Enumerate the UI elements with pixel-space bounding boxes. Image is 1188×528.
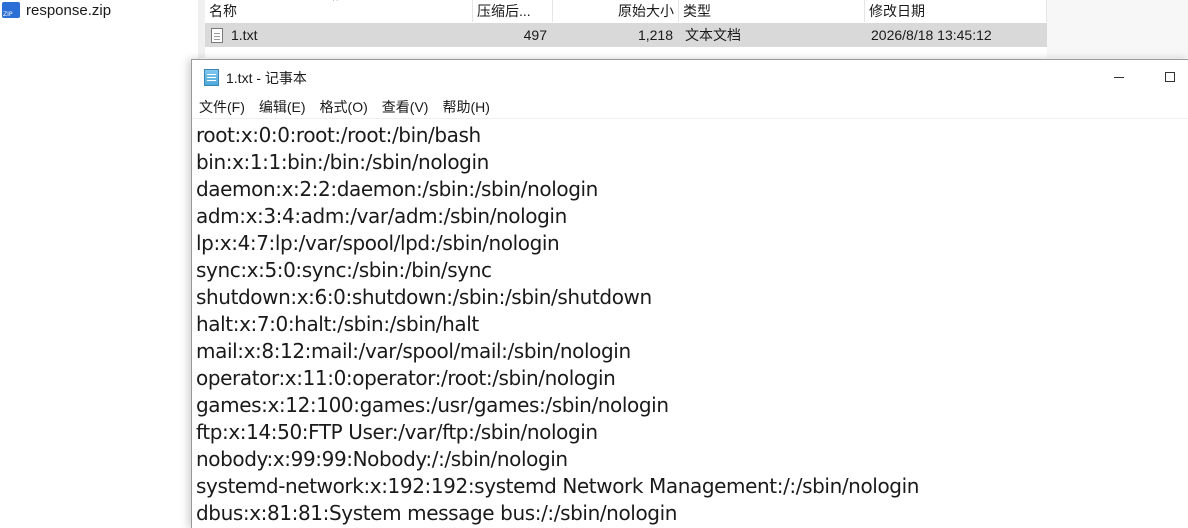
- text-line: sync:x:5:0:sync:/sbin:/bin/sync: [196, 258, 492, 282]
- file-type: 文本文档: [685, 27, 741, 43]
- text-line: shutdown:x:6:0:shutdown:/sbin:/sbin/shut…: [196, 285, 652, 309]
- file-modified-date: 2026/8/18 13:45:12: [871, 27, 992, 43]
- file-original-size: 1,218: [637, 27, 673, 43]
- text-line: systemd-network:x:192:192:systemd Networ…: [196, 474, 920, 498]
- text-line: adm:x:3:4:adm:/var/adm:/sbin/nologin: [196, 204, 567, 228]
- text-line: games:x:12:100:games:/usr/games:/sbin/no…: [196, 393, 669, 417]
- menu-view[interactable]: 查看(V): [375, 96, 436, 118]
- maximize-icon: [1164, 72, 1175, 82]
- text-line: bin:x:1:1:bin:/bin:/sbin/nologin: [196, 150, 489, 174]
- title-bar[interactable]: 1.txt - 记事本: [192, 60, 1188, 94]
- minimize-button[interactable]: [1096, 60, 1142, 94]
- maximize-button[interactable]: [1150, 60, 1188, 94]
- menu-file[interactable]: 文件(F): [192, 96, 252, 118]
- list-empty-area: [1047, 0, 1188, 58]
- menu-format[interactable]: 格式(O): [313, 96, 375, 118]
- text-editor-area[interactable]: root:x:0:0:root:/root:/bin/bash bin:x:1:…: [196, 122, 1186, 528]
- text-line: lp:x:4:7:lp:/var/spool/lpd:/sbin/nologin: [196, 231, 560, 255]
- text-line: operator:x:11:0:operator:/root:/sbin/nol…: [196, 366, 616, 390]
- zip-file-icon: [2, 2, 20, 18]
- column-header-original-size[interactable]: 原始大小: [553, 0, 679, 22]
- text-file-icon: [211, 27, 223, 43]
- column-header-original-size-label: 原始大小: [618, 3, 674, 19]
- column-header-compressed-label: 压缩后...: [477, 3, 531, 19]
- pane-splitter[interactable]: [198, 0, 205, 58]
- menu-bar: 文件(F) 编辑(E) 格式(O) 查看(V) 帮助(H): [192, 96, 1188, 119]
- text-line: daemon:x:2:2:daemon:/sbin:/sbin/nologin: [196, 177, 598, 201]
- file-compressed-size: 497: [523, 27, 547, 43]
- text-line: root:x:0:0:root:/root:/bin/bash: [196, 123, 481, 147]
- archive-file-list: 名称 ^ 压缩后... 原始大小 类型 修改日期 1.txt 497 1,218…: [205, 0, 1188, 58]
- minimize-icon: [1114, 76, 1124, 78]
- tree-item-label: response.zip: [26, 1, 112, 19]
- text-line: dbus:x:81:81:System message bus:/:/sbin/…: [196, 501, 678, 525]
- text-line: nobody:x:99:99:Nobody:/:/sbin/nologin: [196, 447, 568, 471]
- window-title: 1.txt - 记事本: [226, 70, 307, 86]
- file-name-cell: 1.txt: [205, 23, 473, 47]
- tree-item-response-zip[interactable]: response.zip: [0, 0, 198, 20]
- file-name: 1.txt: [231, 27, 258, 43]
- folder-tree-pane: response.zip: [0, 0, 199, 527]
- column-header-type-label: 类型: [683, 3, 711, 19]
- text-line: ftp:x:14:50:FTP User:/var/ftp:/sbin/nolo…: [196, 420, 598, 444]
- column-header-modified-label: 修改日期: [869, 3, 925, 19]
- column-header-modified[interactable]: 修改日期: [865, 0, 1047, 22]
- column-header-compressed[interactable]: 压缩后...: [473, 0, 553, 22]
- notepad-window: 1.txt - 记事本 文件(F) 编辑(E) 格式(O) 查看(V) 帮助(H…: [191, 59, 1188, 528]
- column-header-name[interactable]: 名称 ^: [205, 0, 473, 22]
- notepad-icon: [204, 69, 219, 86]
- column-header-type[interactable]: 类型: [679, 0, 865, 22]
- table-row[interactable]: 1.txt 497 1,218 文本文档 2026/8/18 13:45:12: [205, 23, 1047, 47]
- menu-help[interactable]: 帮助(H): [435, 96, 496, 118]
- text-line: mail:x:8:12:mail:/var/spool/mail:/sbin/n…: [196, 339, 631, 363]
- text-line: halt:x:7:0:halt:/sbin:/sbin/halt: [196, 312, 479, 336]
- column-header-name-label: 名称: [209, 3, 237, 19]
- sort-ascending-icon: ^: [333, 0, 338, 7]
- menu-edit[interactable]: 编辑(E): [252, 96, 313, 118]
